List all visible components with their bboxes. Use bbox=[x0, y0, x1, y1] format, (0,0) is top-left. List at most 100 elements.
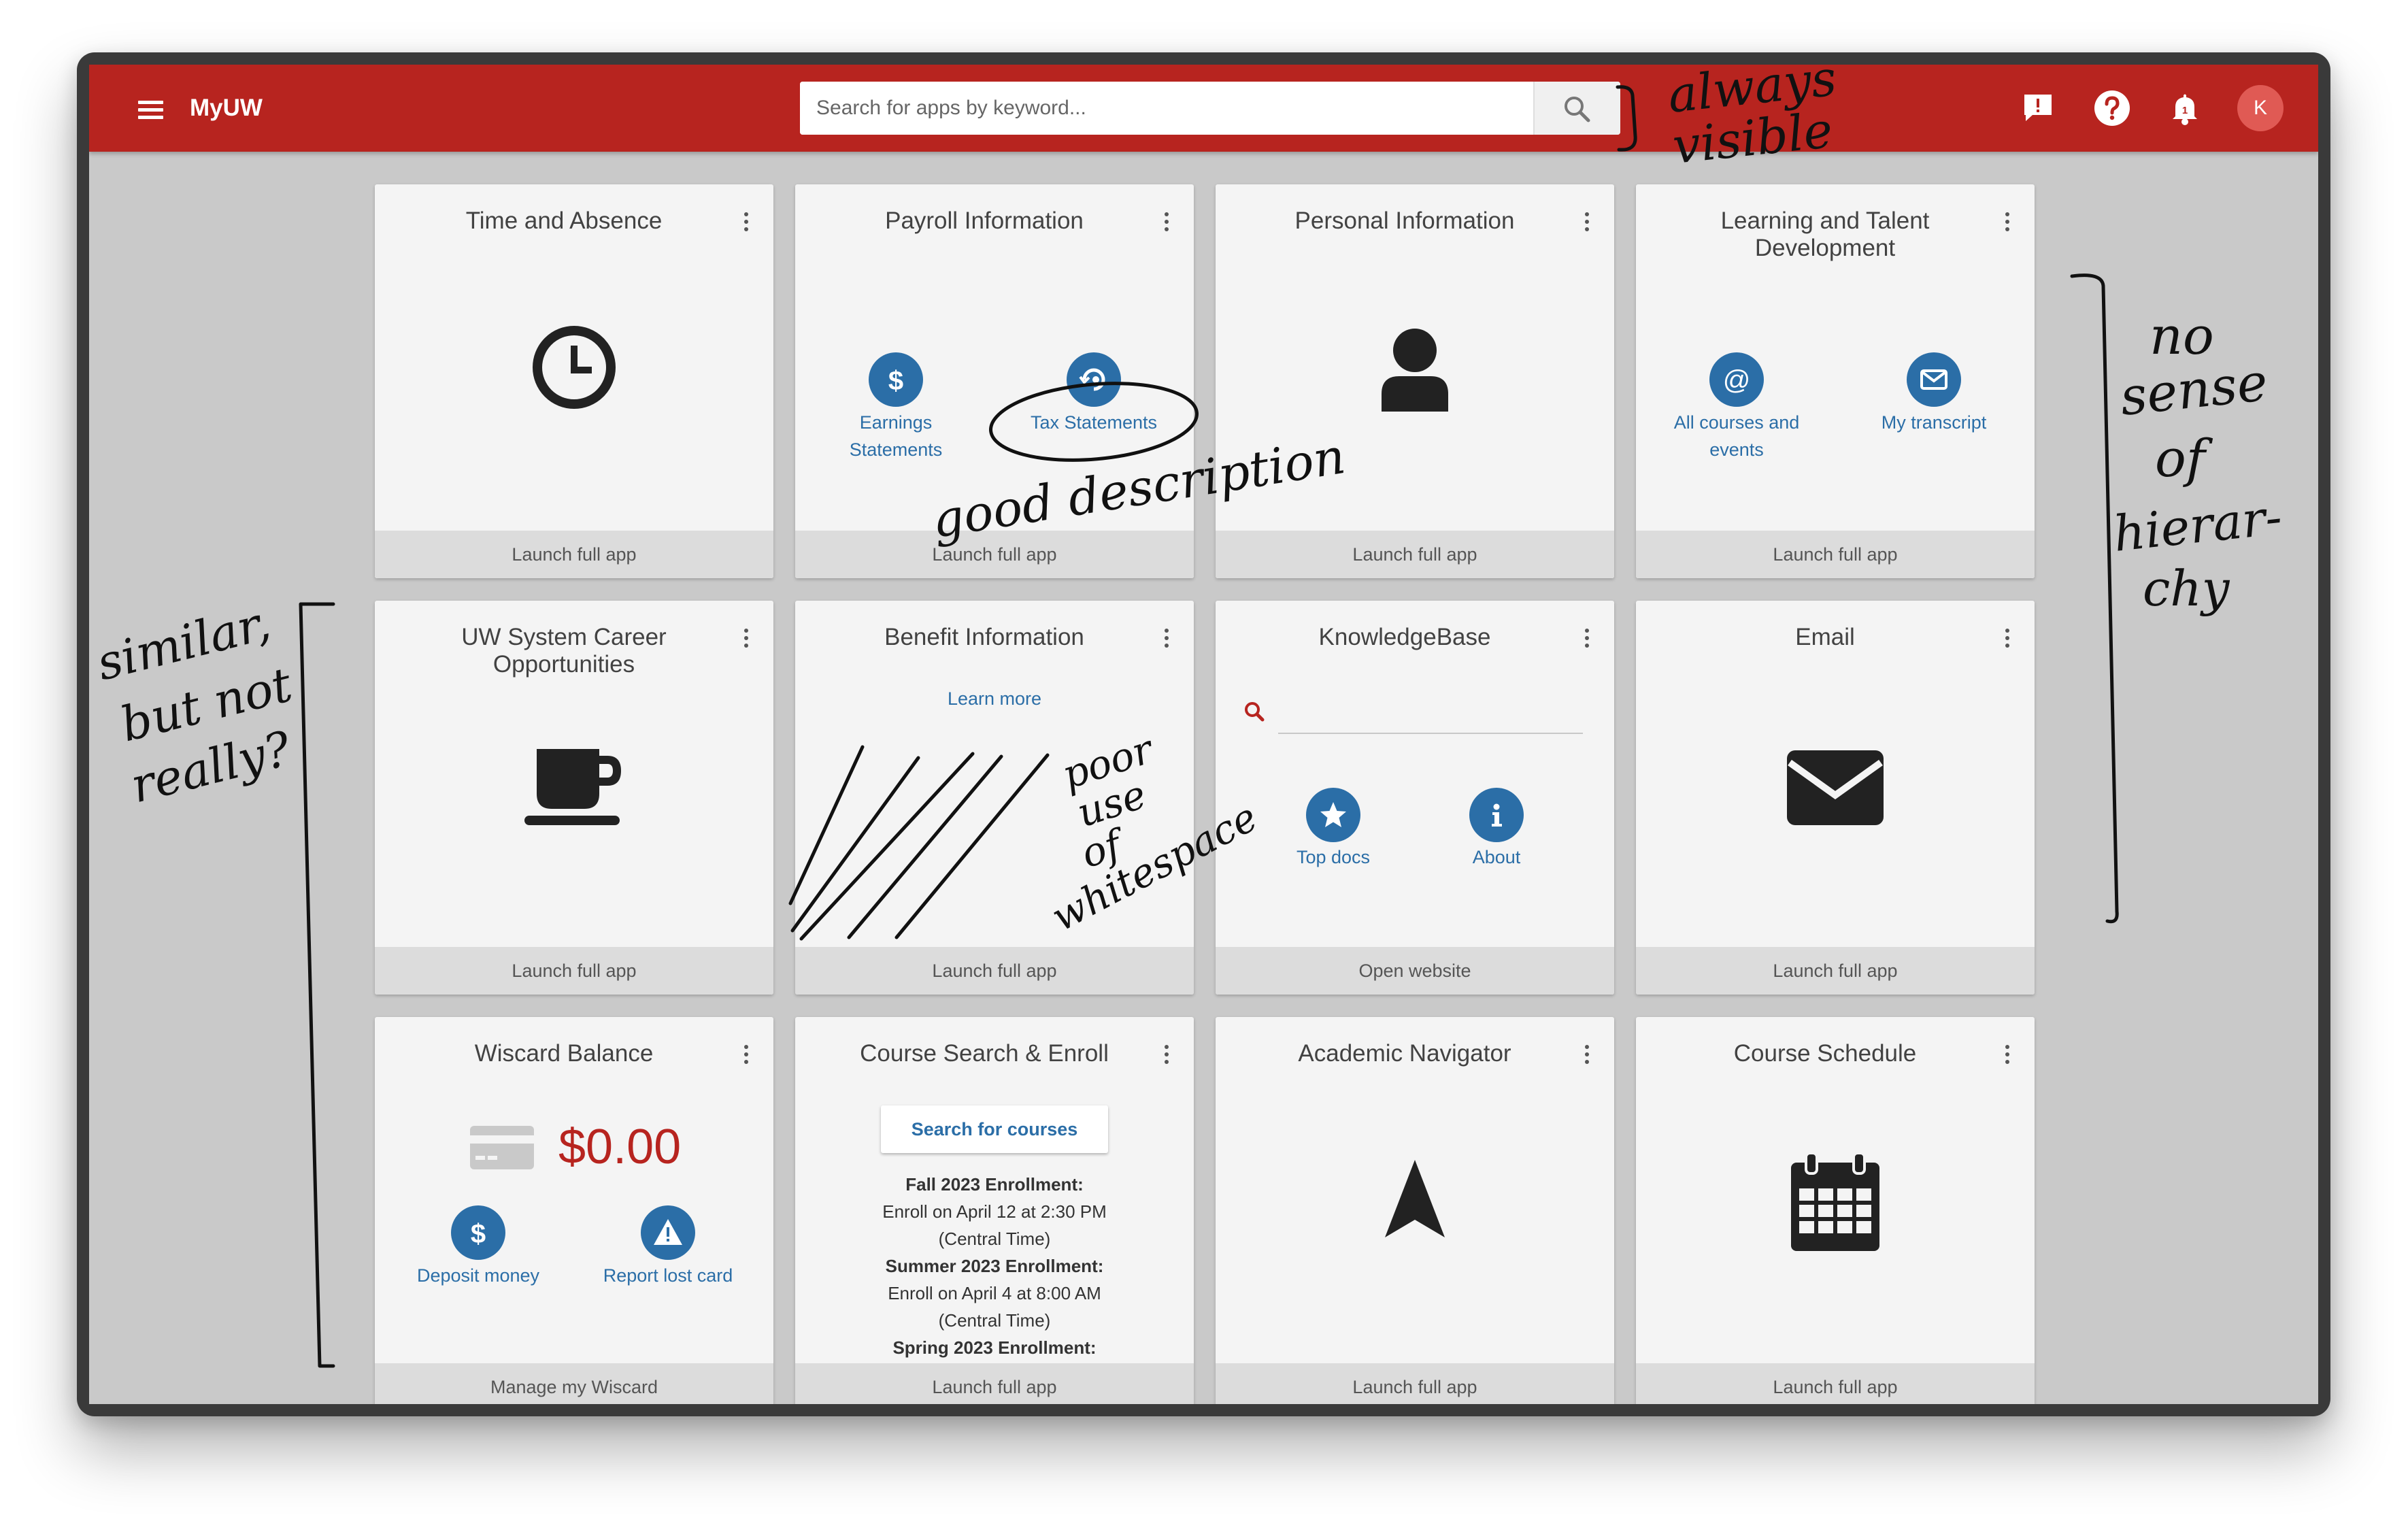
card-personal-information: Personal Information Launch full app bbox=[1216, 184, 1614, 578]
person-icon[interactable] bbox=[1377, 327, 1452, 412]
card-payroll-information: Payroll Information $ Earnings Statement… bbox=[795, 184, 1194, 578]
myuw-screen: MyUW Search for apps by keyword... 1 K T… bbox=[89, 65, 2318, 1404]
info-icon[interactable] bbox=[1469, 788, 1524, 842]
card-title: KnowledgeBase bbox=[1318, 624, 1491, 650]
card-title: Payroll Information bbox=[885, 207, 1084, 234]
fall-enrollment-label: Fall 2023 Enrollment: bbox=[905, 1174, 1084, 1195]
coffee-cup-icon[interactable] bbox=[523, 749, 625, 827]
more-options-icon[interactable] bbox=[1580, 627, 1594, 650]
fall-enrollment-timezone: (Central Time) bbox=[938, 1229, 1051, 1249]
card-learning-talent-development: Learning and Talent Development @ All co… bbox=[1636, 184, 2035, 578]
svg-text:1: 1 bbox=[2182, 105, 2188, 116]
all-courses-events-link[interactable]: All courses and events bbox=[1655, 409, 1818, 463]
launch-full-app-link[interactable]: Launch full app bbox=[375, 531, 773, 578]
card-title: Course Schedule bbox=[1733, 1040, 1917, 1067]
spring-enrollment-label: Spring 2023 Enrollment: bbox=[892, 1337, 1097, 1358]
dollar-icon[interactable]: $ bbox=[869, 352, 923, 407]
card-title: Course Search & Enroll bbox=[860, 1040, 1109, 1067]
search-for-courses-button[interactable]: Search for courses bbox=[881, 1105, 1108, 1153]
more-options-icon[interactable] bbox=[1580, 1043, 1594, 1066]
more-options-icon[interactable] bbox=[2001, 210, 2014, 233]
calendar-icon[interactable] bbox=[1791, 1153, 1879, 1251]
launch-full-app-link[interactable]: Launch full app bbox=[795, 531, 1194, 578]
svg-text:$: $ bbox=[888, 366, 903, 396]
card-course-schedule: Course Schedule Launch full app bbox=[1636, 1017, 2035, 1404]
card-title: Academic Navigator bbox=[1298, 1040, 1511, 1067]
navigation-arrow-icon[interactable] bbox=[1384, 1160, 1446, 1239]
card-email: Email Launch full app bbox=[1636, 601, 2035, 995]
learn-more-link[interactable]: Learn more bbox=[795, 685, 1194, 712]
more-options-icon[interactable] bbox=[2001, 1043, 2014, 1066]
app-search bbox=[800, 82, 1620, 135]
tax-statements-icon[interactable] bbox=[1067, 352, 1121, 407]
svg-text:@: @ bbox=[1723, 365, 1751, 395]
more-options-icon[interactable] bbox=[739, 627, 753, 650]
card-uw-career-opportunities: UW System Career Opportunities Launch fu… bbox=[375, 601, 773, 995]
card-time-and-absence: Time and Absence Launch full app bbox=[375, 184, 773, 578]
launch-full-app-link[interactable]: Launch full app bbox=[795, 1363, 1194, 1404]
notifications-bell-icon[interactable]: 1 bbox=[2166, 89, 2204, 127]
card-knowledgebase: KnowledgeBase Top docs About Open websit… bbox=[1216, 601, 1614, 995]
card-title: Personal Information bbox=[1294, 207, 1515, 234]
more-options-icon[interactable] bbox=[1160, 1043, 1173, 1066]
help-icon[interactable] bbox=[2093, 89, 2131, 127]
star-icon[interactable] bbox=[1306, 788, 1360, 842]
more-options-icon[interactable] bbox=[2001, 627, 2014, 650]
clock-icon[interactable] bbox=[532, 325, 616, 410]
tax-statements-link[interactable]: Tax Statements bbox=[1012, 409, 1175, 436]
report-lost-card-link[interactable]: Report lost card bbox=[586, 1262, 750, 1289]
top-docs-link[interactable]: Top docs bbox=[1265, 844, 1401, 871]
about-link[interactable]: About bbox=[1428, 844, 1565, 871]
search-input[interactable] bbox=[800, 82, 1533, 135]
fall-enrollment-date: Enroll on April 12 at 2:30 PM bbox=[882, 1201, 1107, 1222]
photo-stage: MyUW Search for apps by keyword... 1 K T… bbox=[0, 0, 2408, 1517]
search-icon bbox=[1565, 97, 1590, 122]
warning-icon[interactable] bbox=[641, 1205, 695, 1260]
open-website-link[interactable]: Open website bbox=[1216, 947, 1614, 995]
card-wiscard-balance: Wiscard Balance $0.00 $ Deposit money Re… bbox=[375, 1017, 773, 1404]
credit-card-icon bbox=[470, 1126, 534, 1169]
dollar-icon[interactable]: $ bbox=[451, 1205, 505, 1260]
feedback-icon[interactable] bbox=[2019, 89, 2057, 127]
card-title: Email bbox=[1795, 624, 1855, 650]
enrollment-info: Fall 2023 Enrollment: Enroll on April 12… bbox=[809, 1171, 1180, 1361]
more-options-icon[interactable] bbox=[739, 210, 753, 233]
launch-full-app-link[interactable]: Launch full app bbox=[375, 947, 773, 995]
launch-full-app-link[interactable]: Launch full app bbox=[1636, 947, 2035, 995]
card-title: Learning and Talent Development bbox=[1720, 207, 1930, 261]
my-transcript-link[interactable]: My transcript bbox=[1866, 409, 2002, 436]
card-title: Benefit Information bbox=[884, 624, 1084, 650]
more-options-icon[interactable] bbox=[1580, 210, 1594, 233]
card-title: UW System Career Opportunities bbox=[461, 624, 667, 678]
more-options-icon[interactable] bbox=[1160, 210, 1173, 233]
summer-enrollment-timezone: (Central Time) bbox=[938, 1310, 1051, 1331]
card-academic-navigator: Academic Navigator Launch full app bbox=[1216, 1017, 1614, 1404]
earnings-statements-link[interactable]: Earnings Statements bbox=[828, 409, 964, 463]
launch-full-app-link[interactable]: Launch full app bbox=[795, 947, 1194, 995]
summer-enrollment-label: Summer 2023 Enrollment: bbox=[885, 1256, 1104, 1276]
launch-full-app-link[interactable]: Launch full app bbox=[1636, 531, 2035, 578]
manage-wiscard-link[interactable]: Manage my Wiscard bbox=[375, 1363, 773, 1404]
wiscard-balance-amount: $0.00 bbox=[558, 1120, 682, 1174]
envelope-icon[interactable] bbox=[1907, 352, 1961, 407]
card-title: Wiscard Balance bbox=[474, 1040, 654, 1067]
card-course-search-enroll: Course Search & Enroll Search for course… bbox=[795, 1017, 1194, 1404]
at-sign-icon[interactable]: @ bbox=[1709, 352, 1764, 407]
deposit-money-link[interactable]: Deposit money bbox=[403, 1262, 553, 1289]
svg-text:$: $ bbox=[471, 1219, 486, 1249]
launch-full-app-link[interactable]: Launch full app bbox=[1636, 1363, 2035, 1404]
app-brand[interactable]: MyUW bbox=[190, 95, 263, 122]
user-avatar[interactable]: K bbox=[2237, 85, 2284, 131]
search-button[interactable] bbox=[1533, 82, 1620, 135]
card-benefit-information: Benefit Information Learn more Launch fu… bbox=[795, 601, 1194, 995]
summer-enrollment-date: Enroll on April 4 at 8:00 AM bbox=[888, 1283, 1101, 1303]
top-app-bar: MyUW Search for apps by keyword... 1 K bbox=[89, 65, 2318, 152]
more-options-icon[interactable] bbox=[1160, 627, 1173, 650]
launch-full-app-link[interactable]: Launch full app bbox=[1216, 531, 1614, 578]
search-icon bbox=[1245, 702, 1265, 722]
email-envelope-icon[interactable] bbox=[1786, 749, 1885, 827]
launch-full-app-link[interactable]: Launch full app bbox=[1216, 1363, 1614, 1404]
knowledgebase-search-input[interactable] bbox=[1278, 697, 1583, 734]
more-options-icon[interactable] bbox=[739, 1043, 753, 1066]
hamburger-menu-icon[interactable] bbox=[138, 101, 163, 119]
